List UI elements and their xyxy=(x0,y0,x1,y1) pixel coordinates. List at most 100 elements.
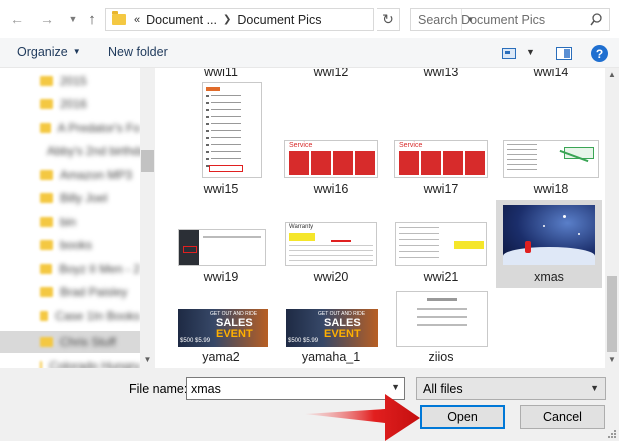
folder-icon xyxy=(40,264,53,274)
chevron-down-icon: ▼ xyxy=(590,383,599,393)
file-label: wwi17 xyxy=(423,182,459,196)
recent-locations-chevron-icon[interactable]: ▼ xyxy=(64,10,82,28)
file-tile[interactable]: Service wwi17 xyxy=(389,80,493,200)
file-tile[interactable]: Warranty wwi20 xyxy=(279,200,383,288)
file-tile[interactable]: wwi21 xyxy=(389,200,493,288)
folder-icon xyxy=(40,240,53,250)
file-label: yamaha_1 xyxy=(301,350,361,364)
nav-item[interactable]: Case 1In Books xyxy=(0,305,140,327)
scroll-down-arrow-icon[interactable]: ▼ xyxy=(140,355,155,364)
nav-item[interactable]: A Predator's Fo xyxy=(0,117,140,139)
nav-item[interactable]: Abby's 2nd birthday xyxy=(0,140,152,162)
file-thumbnail xyxy=(395,222,487,266)
file-label: wwi18 xyxy=(533,182,569,196)
command-bar: Organize ▼ New folder ▼ ? xyxy=(0,38,619,68)
file-thumbnail: Warranty xyxy=(285,222,377,266)
scrollbar-thumb[interactable] xyxy=(607,276,617,352)
breadcrumb-overflow[interactable]: « xyxy=(134,14,140,26)
refresh-icon[interactable]: ↻ xyxy=(377,8,400,31)
nav-item[interactable]: Colorado Hungry xyxy=(0,355,140,368)
file-label[interactable]: wwi12 xyxy=(279,68,383,79)
nav-item[interactable]: Boyz II Men - 2 xyxy=(0,258,140,280)
forward-arrow-icon[interactable]: → xyxy=(38,10,56,28)
file-label[interactable]: wwi14 xyxy=(499,68,603,79)
file-tile[interactable]: wwi15 xyxy=(169,80,273,200)
folder-icon xyxy=(40,170,53,180)
folder-icon xyxy=(40,311,49,321)
file-list-scrollbar[interactable]: ▲ ▼ xyxy=(605,68,619,368)
navigation-scrollbar[interactable]: ▼ xyxy=(140,68,155,368)
file-label: ziios xyxy=(428,350,454,364)
organize-label: Organize xyxy=(17,45,68,59)
folder-icon xyxy=(112,11,126,25)
file-label: wwi20 xyxy=(313,270,349,284)
nav-item[interactable]: Amazon MP3 xyxy=(0,164,140,186)
file-tile-selected[interactable]: xmas xyxy=(496,200,602,288)
nav-item[interactable]: bin xyxy=(0,211,140,233)
file-label: wwi15 xyxy=(203,182,239,196)
nav-item[interactable]: 2016 xyxy=(0,93,140,115)
view-chevron-down-icon[interactable]: ▼ xyxy=(526,47,535,57)
file-thumbnail xyxy=(503,205,595,265)
file-list: wwi11 wwi12 wwi13 wwi14 wwi15 Service ww… xyxy=(155,68,605,368)
nav-item[interactable]: Brad Paisley xyxy=(0,281,140,303)
file-thumbnail: GET OUT AND RIDE SALES EVENT $500 $5.99 xyxy=(178,309,268,347)
folder-icon xyxy=(40,123,51,133)
file-label: wwi21 xyxy=(423,270,459,284)
file-thumbnail: Service xyxy=(284,140,378,178)
file-tile[interactable]: ziios xyxy=(389,288,493,368)
back-arrow-icon[interactable]: ← xyxy=(8,10,26,28)
file-tile[interactable]: wwi18 xyxy=(499,80,603,200)
search-box[interactable] xyxy=(410,8,610,31)
resize-grip-icon[interactable] xyxy=(607,429,617,439)
file-label: wwi19 xyxy=(203,270,239,284)
nav-item[interactable]: Billy Joel xyxy=(0,187,140,209)
folder-icon xyxy=(40,287,53,297)
file-label: yama2 xyxy=(202,350,240,364)
file-thumbnail xyxy=(178,229,266,266)
help-icon[interactable]: ? xyxy=(591,45,608,62)
search-icon[interactable] xyxy=(590,13,602,27)
file-tile[interactable]: GET OUT AND RIDE SALES EVENT $500 $5.99 … xyxy=(279,288,383,368)
file-label[interactable]: wwi13 xyxy=(389,68,493,79)
scroll-up-arrow-icon[interactable]: ▲ xyxy=(605,70,619,79)
nav-item[interactable]: 2015 xyxy=(0,70,140,92)
file-label[interactable]: wwi11 xyxy=(169,68,273,79)
file-name-label: File name: xyxy=(129,382,188,396)
new-folder-button[interactable]: New folder xyxy=(108,45,168,59)
file-thumbnail xyxy=(503,140,599,178)
file-thumbnail xyxy=(396,291,488,347)
scroll-down-arrow-icon[interactable]: ▼ xyxy=(605,355,619,364)
folder-icon xyxy=(40,217,53,227)
red-arrow-annotation xyxy=(305,394,420,441)
nav-item[interactable]: books xyxy=(0,234,140,256)
up-arrow-icon[interactable]: ↑ xyxy=(83,10,101,28)
file-thumbnail: GET OUT AND RIDE SALES EVENT $500 $5.99 xyxy=(286,309,378,347)
search-input[interactable] xyxy=(411,12,581,27)
file-type-select[interactable]: All files ▼ xyxy=(416,377,606,400)
file-label: xmas xyxy=(534,270,564,284)
file-tile[interactable]: Service wwi16 xyxy=(279,80,383,200)
chevron-down-icon: ▼ xyxy=(72,47,81,56)
preview-pane-icon[interactable] xyxy=(556,47,572,60)
breadcrumb-item[interactable]: Document Pics xyxy=(237,13,321,27)
cancel-button[interactable]: Cancel xyxy=(520,405,605,429)
file-tile[interactable]: wwi19 xyxy=(169,200,273,288)
address-box[interactable]: « Document ... ❯ Document Pics ▼ xyxy=(105,8,474,31)
nav-item-selected[interactable]: Chris Stuff xyxy=(0,331,140,353)
folder-icon xyxy=(40,337,53,347)
file-thumbnail: Service xyxy=(394,140,488,178)
file-label: wwi16 xyxy=(313,182,349,196)
chevron-right-icon[interactable]: ❯ xyxy=(223,14,231,25)
view-options-icon[interactable] xyxy=(502,48,516,59)
scrollbar-thumb[interactable] xyxy=(141,150,154,172)
folder-icon xyxy=(40,76,53,86)
navigation-pane: 2015 2016 A Predator's Fo Abby's 2nd bir… xyxy=(0,68,155,368)
organize-button[interactable]: Organize ▼ xyxy=(17,45,81,59)
folder-icon xyxy=(40,361,43,368)
breadcrumb-item[interactable]: Document ... xyxy=(146,13,217,27)
file-tile[interactable]: GET OUT AND RIDE SALES EVENT $500 $5.99 … xyxy=(169,288,273,368)
folder-icon xyxy=(40,193,53,203)
folder-icon xyxy=(40,99,53,109)
open-button[interactable]: Open xyxy=(420,405,505,429)
